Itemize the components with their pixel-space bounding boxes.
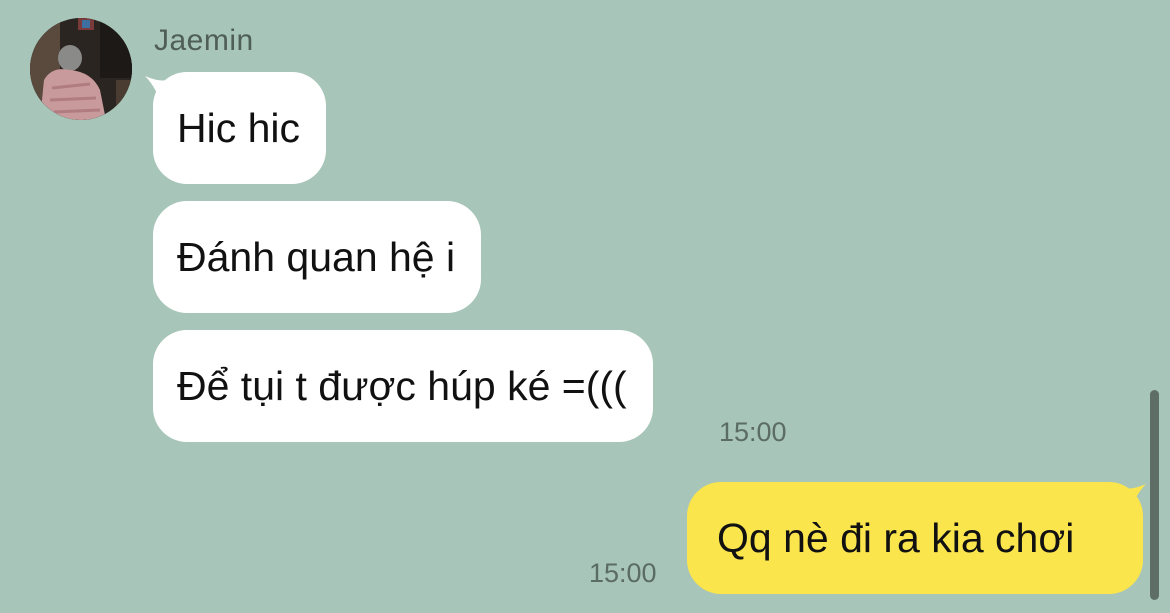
message-text: Hic hic <box>177 104 301 151</box>
incoming-message-2[interactable]: Đánh quan hệ i <box>153 201 482 313</box>
scrollbar[interactable] <box>1150 390 1159 600</box>
incoming-message-1[interactable]: Hic hic <box>153 72 327 184</box>
incoming-message-3[interactable]: Để tụi t được húp ké =((( <box>153 330 653 442</box>
message-text: Qq nè đi ra kia chơi <box>717 514 1075 561</box>
message-text: Để tụi t được húp ké =((( <box>177 362 627 409</box>
avatar-image <box>30 18 132 120</box>
outgoing-message-1[interactable]: Qq nè đi ra kia chơi <box>687 482 1143 594</box>
incoming-timestamp: 15:00 <box>719 417 787 447</box>
sender-name: Jaemin <box>154 24 254 57</box>
chat-view[interactable]: Jaemin Hic hic Đánh quan hệ i Để tụi t đ… <box>0 0 1170 613</box>
avatar[interactable] <box>30 18 132 120</box>
outgoing-timestamp: 15:00 <box>589 558 657 588</box>
message-text: Đánh quan hệ i <box>177 233 456 280</box>
